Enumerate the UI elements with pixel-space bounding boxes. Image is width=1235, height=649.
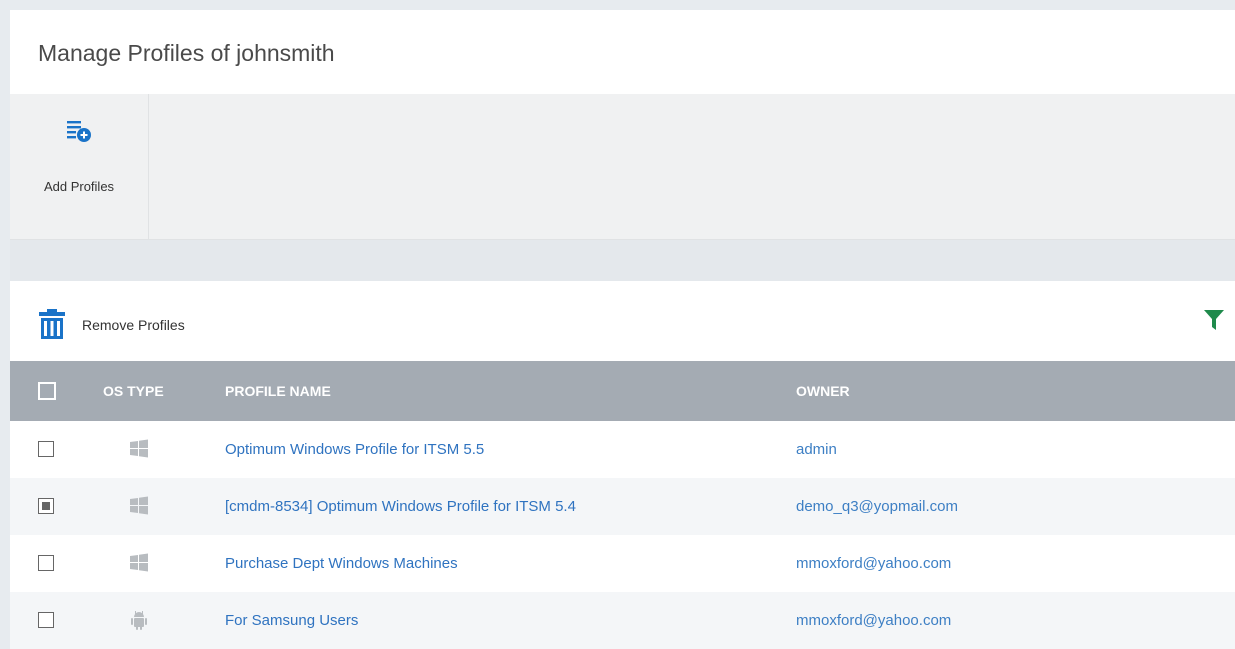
profile-name-link[interactable]: For Samsung Users [225, 592, 358, 649]
add-profiles-button[interactable]: Add Profiles [10, 94, 149, 239]
remove-profiles-label: Remove Profiles [82, 317, 185, 333]
windows-icon [130, 439, 148, 458]
row-checkbox[interactable] [38, 441, 54, 457]
trash-icon [39, 309, 65, 339]
page-top-strip [0, 0, 1235, 10]
owner-cell: mmoxford@yahoo.com [796, 612, 952, 629]
column-header-os-type[interactable]: OS TYPE [103, 361, 164, 421]
add-profiles-label: Add Profiles [43, 179, 115, 194]
section-divider [10, 240, 1235, 281]
profile-name-link[interactable]: Optimum Windows Profile for ITSM 5.5 [225, 421, 484, 478]
row-checkbox[interactable] [38, 498, 54, 514]
profiles-panel: Manage Profiles of johnsmith Add Profile… [10, 10, 1235, 649]
toolbar: Add Profiles [10, 94, 1235, 240]
page-title: Manage Profiles of johnsmith [38, 40, 335, 66]
actions-bar: Remove Profiles [10, 281, 1235, 361]
owner-cell: admin [796, 441, 837, 458]
table-row: Purchase Dept Windows Machines mmoxford@… [10, 535, 1235, 592]
table-header: OS TYPE PROFILE NAME OWNER [10, 361, 1235, 421]
profile-name-link[interactable]: Purchase Dept Windows Machines [225, 535, 458, 592]
android-icon [131, 611, 147, 630]
select-all-checkbox[interactable] [38, 382, 56, 400]
owner-cell: mmoxford@yahoo.com [796, 555, 952, 572]
row-checkbox[interactable] [38, 555, 54, 571]
add-list-icon [67, 121, 91, 142]
column-header-profile-name[interactable]: PROFILE NAME [225, 361, 331, 421]
owner-cell: demo_q3@yopmail.com [796, 498, 958, 515]
row-checkbox[interactable] [38, 612, 54, 628]
title-bar: Manage Profiles of johnsmith [10, 10, 1235, 94]
page-left-strip [0, 0, 10, 649]
table-row: Optimum Windows Profile for ITSM 5.5 adm… [10, 421, 1235, 478]
table-row: For Samsung Users mmoxford@yahoo.com [10, 592, 1235, 649]
windows-icon [130, 553, 148, 572]
column-header-owner[interactable]: OWNER [796, 361, 850, 421]
table-row: [cmdm-8534] Optimum Windows Profile for … [10, 478, 1235, 535]
profile-name-link[interactable]: [cmdm-8534] Optimum Windows Profile for … [225, 478, 576, 535]
filter-icon[interactable] [1203, 309, 1225, 331]
windows-icon [130, 496, 148, 515]
